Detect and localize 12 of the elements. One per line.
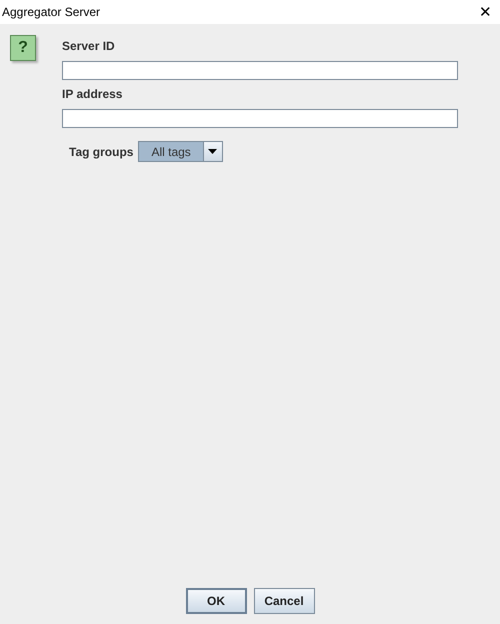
text-field[interactable] (62, 109, 458, 128)
caret-icon (208, 149, 218, 154)
help-icon: ? (10, 35, 36, 61)
dialog-button[interactable]: Cancel (254, 588, 314, 614)
tag-groups-label: Tag groups (69, 144, 134, 160)
field-label: Server ID (62, 38, 116, 54)
text-field[interactable] (62, 61, 458, 80)
close-button[interactable]: ✕ (479, 4, 492, 20)
tag-groups-dropdown[interactable]: All tags (138, 141, 223, 162)
field-label: IP address (62, 86, 124, 102)
window-title: Aggregator Server (2, 4, 100, 21)
dialog-button[interactable]: OK (186, 588, 246, 614)
